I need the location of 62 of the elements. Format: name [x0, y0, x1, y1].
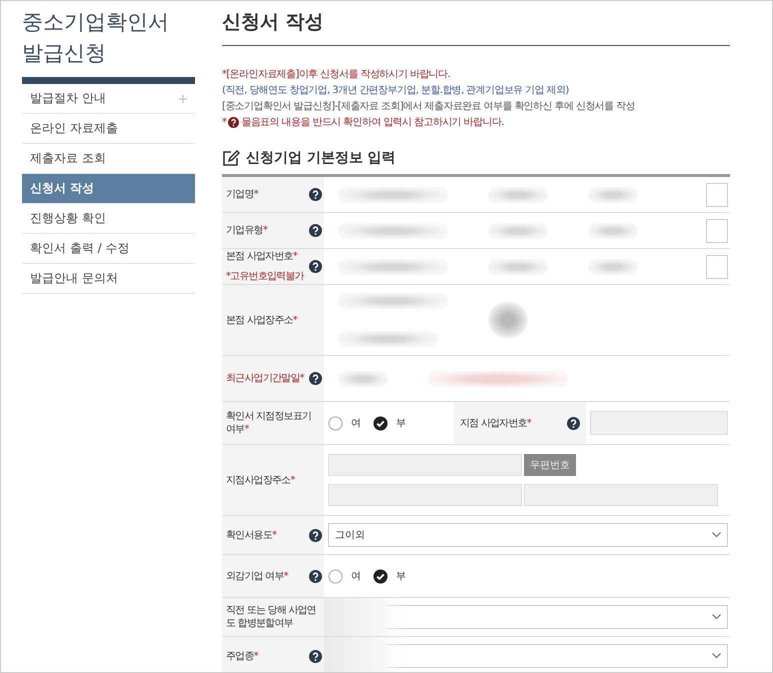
input-field[interactable] [524, 484, 718, 506]
input-field[interactable] [706, 182, 728, 206]
notice-text: 물음표의 내용을 반드시 확인하여 입력시 참고하시기 바랍니다. [241, 116, 504, 129]
help-icon[interactable] [309, 372, 322, 385]
chevron-down-icon [712, 653, 721, 659]
field-label: 본점 사업자번호* [226, 250, 298, 263]
radio-button[interactable] [328, 416, 343, 430]
notice-text: (직전, 당해연도 창업기업, 3개년 간편장부기업, 분할.합병, 관계기업보유 기업 제외) [222, 84, 570, 97]
input-field[interactable] [328, 454, 522, 476]
help-icon[interactable] [309, 224, 322, 237]
radio-label: 부 [396, 417, 406, 430]
field-label: 본점 사업장주소* [226, 314, 297, 326]
radio-button[interactable] [328, 568, 343, 584]
blurred-patch [488, 302, 528, 338]
blurred-patch [588, 222, 638, 238]
sidebar-item[interactable]: 신청서 작성 [22, 174, 195, 204]
help-icon[interactable] [309, 188, 322, 201]
field-label: 기업유형* [226, 224, 268, 237]
asterisk-mark: * [222, 116, 226, 129]
blurred-patch [588, 258, 638, 274]
sidebar-item[interactable]: 발급절차 안내 [22, 84, 195, 114]
radio-label: 부 [396, 570, 406, 583]
field-label: 지점 사업자번호* [460, 416, 531, 430]
edit-icon [222, 150, 240, 166]
help-icon[interactable] [309, 570, 322, 582]
blurred-patch [338, 370, 388, 386]
radio-label: 여 [351, 570, 361, 583]
input-field[interactable] [328, 484, 522, 506]
notice-text: [중소기업확인서 발급신청]-[제출자료 조회]에서 제출자료완료 여부를 확인하신 후에 신청서를 작성 [222, 100, 636, 113]
field-label: 지점사업장주소* [226, 474, 295, 486]
help-icon[interactable] [309, 650, 322, 662]
field-note: *고유번호입력불가 [226, 270, 304, 283]
select-field[interactable]: 그이외 [328, 523, 728, 547]
page-title: 신청서 작성 [222, 9, 730, 46]
field-label: 직전 또는 당해 사업연도 합병분할여부 [226, 604, 317, 630]
radio-button[interactable] [373, 568, 388, 584]
help-icon [228, 117, 240, 128]
field-label: 외감기업 여부* [226, 570, 288, 582]
field-label: 확인서 지점정보표기 여부* [226, 410, 312, 436]
section-title: 신청기업 기본정보 입력 [246, 149, 396, 167]
help-icon[interactable] [309, 528, 322, 542]
blurred-patch [488, 258, 548, 274]
field-label: 주업종* [226, 650, 258, 662]
chevron-down-icon [712, 614, 721, 620]
radio-button[interactable] [373, 416, 388, 430]
radio-label: 여 [351, 417, 361, 430]
field-label: 최근사업기간말일* [226, 372, 304, 385]
sidebar-title: 중소기업확인서 발급신청 [22, 9, 170, 67]
sidebar-item[interactable]: 진행상황 확인 [22, 204, 195, 234]
field-label: 확인서용도* [226, 528, 276, 542]
notice-text: *[온라인자료제출]이후 신청서를 작성하시기 바랍니다. [222, 68, 452, 81]
help-icon[interactable] [309, 260, 322, 273]
blurred-patch [488, 186, 548, 202]
blurred-patch [488, 222, 548, 238]
sidebar-item[interactable]: 발급안내 문의처 [22, 264, 195, 294]
input-field[interactable] [706, 254, 728, 278]
field-label: 기업명* [226, 188, 258, 201]
input-field[interactable] [706, 218, 728, 242]
chevron-down-icon [712, 532, 721, 538]
blurred-patch [588, 186, 638, 202]
sidebar-item[interactable]: 확인서 출력 / 수정 [22, 234, 195, 264]
sidebar-item[interactable]: 온라인 자료제출 [22, 114, 195, 144]
